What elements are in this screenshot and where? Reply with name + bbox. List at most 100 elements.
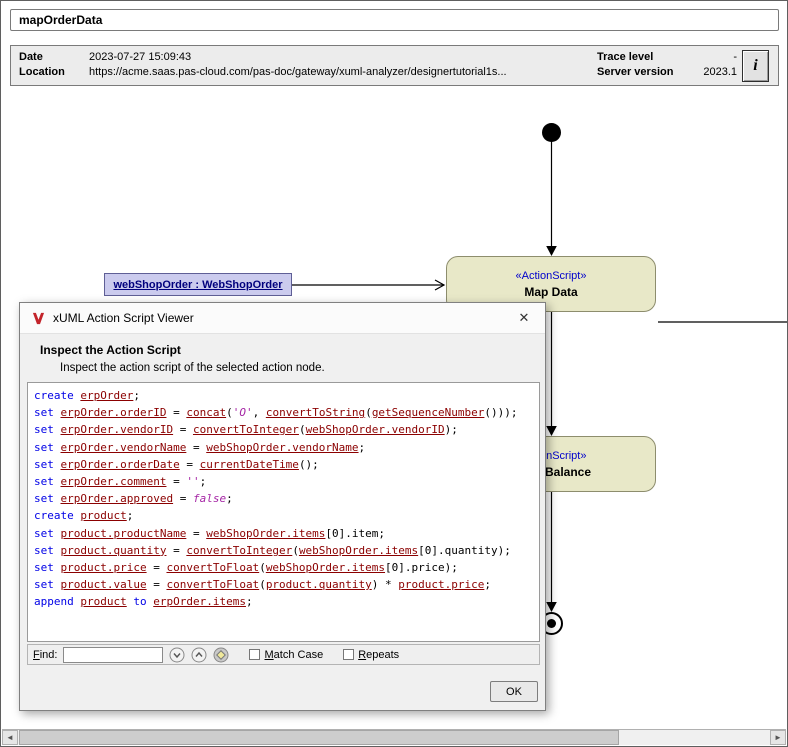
close-icon[interactable]: ✕ [515,310,533,326]
code-identifier-link[interactable]: erpOrder.approved [61,492,174,505]
code-token: ; [226,492,233,505]
code-token: = [166,475,186,488]
code-identifier-link[interactable]: product.value [61,578,147,591]
trace-level-value: - [651,51,737,63]
code-identifier-link[interactable]: erpOrder.vendorName [61,441,187,454]
code-identifier-link[interactable]: webShopOrder.vendorName [206,441,358,454]
code-identifier-link[interactable]: getSequenceNumber [372,406,485,419]
code-identifier-link[interactable]: webShopOrder.vendorID [306,423,445,436]
code-token: create [34,509,74,522]
code-identifier-link[interactable]: erpOrder [80,389,133,402]
code-token [54,492,61,505]
action-script-code[interactable]: create erpOrder; set erpOrder.orderID = c… [27,382,540,642]
code-identifier-link[interactable]: product.price [61,561,147,574]
code-identifier-link[interactable]: product [80,509,126,522]
info-button[interactable]: i [742,50,769,82]
code-identifier-link[interactable]: convertToFloat [166,578,259,591]
code-token: append [34,595,74,608]
code-token: ( [226,406,233,419]
code-identifier-link[interactable]: webShopOrder.items [266,561,385,574]
object-node-webshoporder[interactable]: webShopOrder : WebShopOrder [104,273,292,296]
code-identifier-link[interactable]: webShopOrder.items [299,544,418,557]
repeats-checkbox[interactable]: Repeats [343,649,399,661]
code-token: ) * [372,578,399,591]
code-identifier-link[interactable]: product.quantity [266,578,372,591]
code-token: = [186,441,206,454]
horizontal-scrollbar[interactable]: ◄ ► [2,729,786,745]
code-identifier-link[interactable]: convertToInteger [186,544,292,557]
code-identifier-link[interactable]: erpOrder.items [153,595,246,608]
code-line: create erpOrder; [34,387,533,404]
code-identifier-link[interactable]: product.quantity [61,544,167,557]
code-token [54,406,61,419]
code-identifier-link[interactable]: product.productName [61,527,187,540]
code-token [54,561,61,574]
code-token: set [34,441,54,454]
code-token [54,578,61,591]
code-identifier-link[interactable]: currentDateTime [200,458,299,471]
server-version-value: 2023.1 [651,66,737,78]
location-label: Location [19,66,65,78]
find-label: Find: [33,649,57,661]
dialog-heading: Inspect the Action Script [40,343,181,357]
code-identifier-link[interactable]: erpOrder.vendorID [61,423,174,436]
action-script-viewer-dialog: xUML Action Script Viewer ✕ Inspect the … [19,302,546,711]
code-token: set [34,475,54,488]
code-identifier-link[interactable]: erpOrder.orderDate [61,458,180,471]
dialog-titlebar[interactable]: xUML Action Script Viewer ✕ [20,303,545,334]
code-token: [0].quantity); [418,544,511,557]
code-token: = [173,423,193,436]
code-identifier-link[interactable]: erpOrder.orderID [61,406,167,419]
highlight-all-button[interactable] [213,647,229,663]
code-line: set product.productName = webShopOrder.i… [34,525,533,542]
page-title: mapOrderData [19,13,102,27]
code-line: set product.price = convertToFloat(webSh… [34,559,533,576]
diagram-title-bar: mapOrderData [10,9,779,31]
code-token [54,544,61,557]
code-identifier-link[interactable]: erpOrder.comment [61,475,167,488]
code-token: = [186,527,206,540]
code-token [54,441,61,454]
ok-button[interactable]: OK [490,681,538,702]
code-token: , [253,406,266,419]
code-identifier-link[interactable]: convertToString [266,406,365,419]
find-input[interactable] [63,647,163,663]
code-identifier-link[interactable]: concat [186,406,226,419]
code-token: false [193,492,226,505]
scroll-right-icon[interactable]: ► [770,730,786,745]
code-token: set [34,458,54,471]
code-identifier-link[interactable]: webShopOrder.items [206,527,325,540]
xuml-logo-icon [32,312,45,325]
code-token: (); [299,458,319,471]
code-token: ; [359,441,366,454]
code-token: set [34,406,54,419]
code-token: ; [133,389,140,402]
trace-info-panel: Date 2023-07-27 15:09:43 Location https:… [10,45,779,86]
code-identifier-link[interactable]: product [80,595,126,608]
scrollbar-thumb[interactable] [19,730,619,745]
final-state-dot [547,619,556,628]
code-token: = [166,544,186,557]
code-token: = [147,578,167,591]
code-line: create product; [34,507,533,524]
code-line: set erpOrder.approved = false; [34,490,533,507]
code-identifier-link[interactable]: product.price [398,578,484,591]
initial-state-node[interactable] [542,123,561,142]
code-token: set [34,423,54,436]
code-line: set erpOrder.vendorName = webShopOrder.v… [34,439,533,456]
code-token [54,527,61,540]
scroll-left-icon[interactable]: ◄ [2,730,18,745]
match-case-checkbox[interactable]: Match Case [249,649,323,661]
find-next-button[interactable] [169,647,185,663]
repeats-label: Repeats [358,649,399,661]
find-previous-button[interactable] [191,647,207,663]
find-bar: Find: Match Case Repeats [27,644,540,665]
code-line: append product to erpOrder.items; [34,593,533,610]
match-case-label: Match Case [264,649,323,661]
transition-initial-to-mapdata [546,141,557,256]
code-identifier-link[interactable]: convertToFloat [166,561,259,574]
code-identifier-link[interactable]: convertToInteger [193,423,299,436]
code-token: set [34,527,54,540]
code-token [54,423,61,436]
code-token [54,475,61,488]
